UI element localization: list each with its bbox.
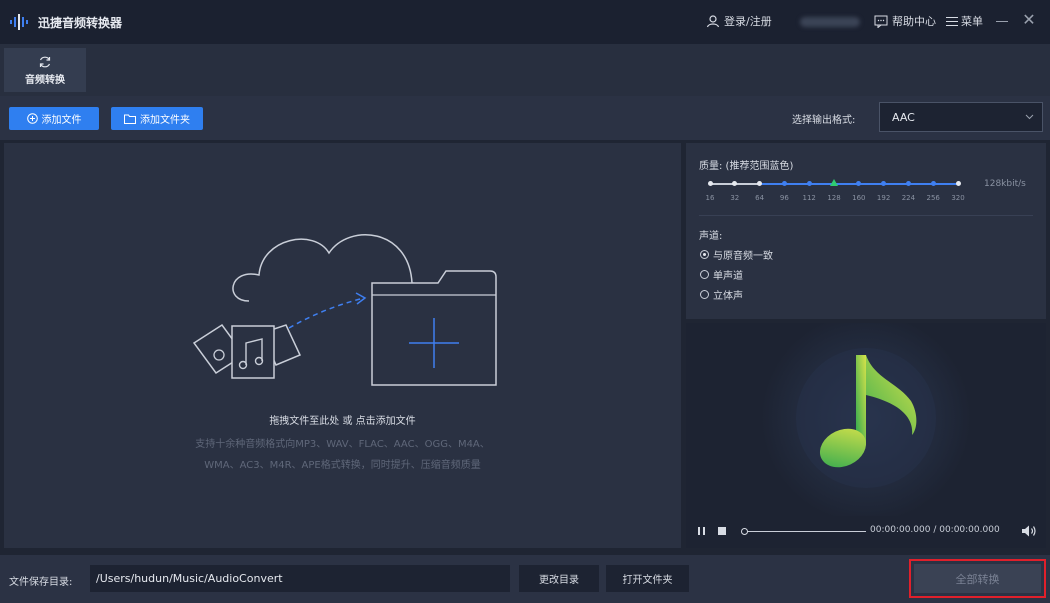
close-button[interactable]: ✕ [1020, 11, 1038, 29]
tab-label: 音频转换 [25, 74, 65, 86]
quality-tick-label: 320 [951, 194, 965, 202]
minimize-button[interactable] [995, 12, 1009, 30]
save-path-input[interactable] [90, 565, 510, 592]
radio-checked-icon [700, 250, 709, 259]
tab-bar [0, 44, 1050, 96]
quality-slider-dot[interactable] [905, 181, 911, 186]
quality-label: 质量: (推荐范围蓝色) [699, 161, 794, 172]
app-logo-icon [10, 14, 28, 30]
dashed-arrow-icon [288, 297, 365, 329]
channel-label: 声道: [699, 231, 723, 242]
add-folder-label: 添加文件夹 [140, 115, 190, 126]
help-center-label: 帮助中心 [892, 15, 936, 28]
audio-files-icon [192, 323, 302, 379]
app-title: 迅捷音频转换器 [38, 16, 123, 30]
quality-slider-dot[interactable] [781, 181, 787, 186]
change-directory-button[interactable]: 更改目录 [519, 565, 599, 592]
menu-button[interactable]: 菜单 [946, 13, 983, 29]
radio-channel-original[interactable]: 与原音频一致 [700, 247, 773, 262]
open-folder-button[interactable]: 打开文件夹 [606, 565, 689, 592]
quality-selected-marker[interactable] [830, 179, 838, 186]
quality-slider-dot[interactable] [881, 181, 887, 186]
add-file-button[interactable]: 添加文件 [9, 107, 99, 130]
add-folder-button[interactable]: 添加文件夹 [111, 107, 203, 130]
save-directory-label: 文件保存目录: [9, 577, 73, 588]
folder-icon [124, 114, 136, 124]
plus-circle-icon [26, 113, 38, 124]
radio-channel-mono[interactable]: 单声道 [700, 267, 743, 282]
output-format-select[interactable]: AAC [879, 102, 1043, 132]
account-name-blurred [800, 17, 860, 27]
menu-label: 菜单 [961, 15, 983, 28]
radio-channel-stereo[interactable]: 立体声 [700, 287, 743, 302]
audio-preview-player: 00:00:00.000 / 00:00:00.000 [686, 323, 1046, 548]
login-button[interactable]: 登录/注册 [706, 13, 772, 29]
quality-slider-dot[interactable] [806, 181, 812, 186]
quality-value: 128kbit/s [984, 179, 1026, 189]
pause-icon[interactable] [697, 526, 707, 536]
quality-slider-dot[interactable] [930, 181, 936, 186]
divider [699, 215, 1033, 216]
convert-all-button[interactable]: 全部转换 [909, 559, 1046, 598]
quality-slider-dot[interactable] [757, 181, 763, 186]
radio-label: 与原音频一致 [713, 251, 773, 262]
user-icon [706, 15, 720, 28]
volume-icon[interactable] [1021, 524, 1037, 538]
drop-desc-line2: WMA、AC3、M4R、APE格式转换，同时提升、压缩音频质量 [204, 460, 481, 471]
help-center-button[interactable]: 帮助中心 [874, 13, 936, 29]
radio-unchecked-icon [700, 290, 709, 299]
settings-panel: 质量: (推荐范围蓝色) 16 32 64 96 112 128 160 192 224 256 3… [686, 143, 1046, 319]
folder-add-icon [371, 270, 497, 386]
add-file-label: 添加文件 [41, 115, 82, 126]
output-format-label: 选择输出格式: [792, 115, 856, 126]
quality-slider-dot[interactable] [955, 181, 961, 186]
chat-icon [874, 15, 888, 28]
stop-icon[interactable] [718, 527, 726, 535]
file-drop-zone[interactable]: 拖拽文件至此处 或 点击添加文件 支持十余种音频格式向MP3、WAV、FLAC、… [4, 143, 681, 548]
login-label: 登录/注册 [724, 15, 772, 28]
drop-illustration [192, 234, 497, 386]
hamburger-icon [946, 16, 958, 26]
radio-label: 立体声 [713, 291, 743, 302]
player-controls: 00:00:00.000 / 00:00:00.000 [686, 516, 1046, 548]
quality-slider-dot[interactable] [732, 181, 738, 186]
convert-all-label: 全部转换 [914, 564, 1041, 593]
quality-slider-dot[interactable] [707, 181, 713, 186]
playback-time: 00:00:00.000 / 00:00:00.000 [870, 525, 1000, 535]
music-note-artwork [761, 323, 971, 516]
output-format-value: AAC [892, 110, 915, 124]
drop-hint-text: 拖拽文件至此处 或 点击添加文件 [269, 416, 416, 427]
tab-audio-convert[interactable]: 音频转换 [4, 48, 86, 92]
quality-slider-dot[interactable] [856, 181, 862, 186]
progress-knob[interactable] [741, 528, 748, 535]
radio-label: 单声道 [713, 271, 743, 282]
playback-progress-bar[interactable] [744, 531, 866, 532]
chevron-down-icon [1025, 114, 1034, 120]
drop-desc-line1: 支持十余种音频格式向MP3、WAV、FLAC、AAC、OGG、M4A、 [195, 439, 490, 450]
radio-unchecked-icon [700, 270, 709, 279]
refresh-icon [39, 56, 51, 67]
